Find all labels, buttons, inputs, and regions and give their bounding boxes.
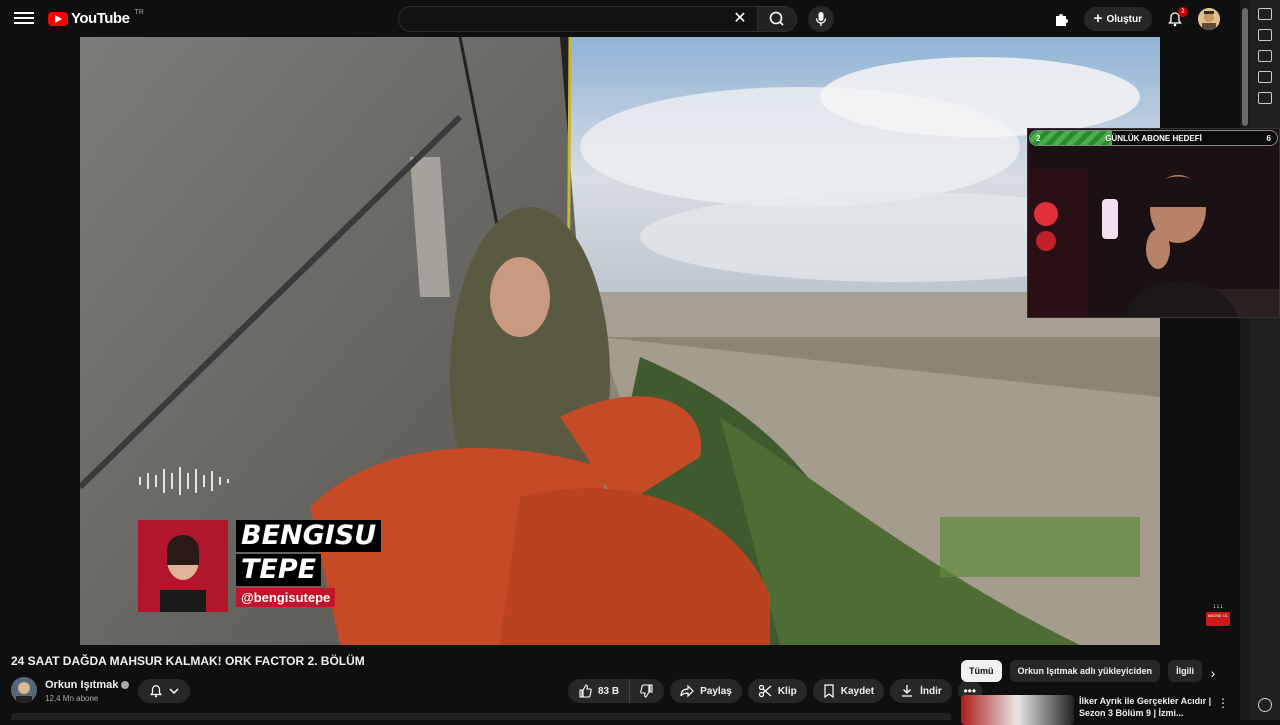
microphone-icon [815, 12, 827, 26]
share-icon [680, 684, 694, 698]
description-box-edge [11, 713, 951, 720]
subscribe-watermark[interactable]: ↓↓↓ ABONE OL [1205, 603, 1231, 629]
puzzle-icon [1055, 14, 1068, 26]
recommended-video-title[interactable]: İlker Ayrık ile Gerçekler Acıdır | Sezon… [1079, 695, 1219, 719]
scrollbar-thumb[interactable] [1242, 8, 1248, 126]
like-dislike-group: 83 B [568, 679, 665, 703]
subscribe-watermark-label: ABONE OL [1206, 612, 1230, 626]
guest-name-first: BENGISU [236, 520, 382, 552]
plus-icon: + [1093, 10, 1103, 27]
side-panel-icon-5[interactable] [1258, 92, 1272, 104]
channel-name-text: Orkun Işıtmak [45, 679, 119, 691]
arrow-down-icons: ↓↓↓ [1212, 603, 1224, 610]
subscriber-goal-bar: 2 GÜNLÜK ABONE HEDEFİ 6 [1029, 130, 1278, 146]
youtube-logo[interactable]: YouTube TR [48, 9, 144, 27]
share-button[interactable]: Paylaş [670, 679, 742, 703]
create-label: Oluştur [1106, 13, 1142, 25]
channel-name[interactable]: Orkun Işıtmak [45, 679, 130, 691]
thumbs-down-icon [640, 684, 653, 698]
bell-icon [149, 685, 163, 698]
search-input[interactable] [399, 7, 719, 31]
download-button[interactable]: İndir [890, 679, 952, 703]
side-panel-icon-3[interactable] [1258, 50, 1272, 62]
download-label: İndir [920, 685, 942, 697]
video-actions: 83 B Paylaş Klip Kaydet İndir ••• [568, 679, 982, 703]
page-scrollbar[interactable] [1240, 0, 1250, 720]
goal-title: GÜNLÜK ABONE HEDEFİ [1105, 133, 1202, 143]
recommended-more-icon[interactable]: ⋮ [1217, 696, 1229, 712]
scissors-icon [758, 684, 772, 698]
browser-side-panel [1250, 0, 1280, 720]
recommended-video-thumbnail[interactable] [961, 695, 1074, 725]
youtube-play-icon [48, 11, 68, 26]
download-icon [902, 685, 913, 697]
subscriber-count: 12,4 Mn abone [45, 694, 99, 703]
video-title: 24 SAAT DAĞDA MAHSUR KALMAK! ORK FACTOR … [11, 654, 365, 668]
side-panel-icon-1[interactable] [1258, 8, 1272, 20]
bookmark-icon [824, 684, 834, 698]
chevron-right-icon[interactable]: › [1204, 664, 1222, 682]
like-button[interactable]: 83 B [568, 679, 631, 703]
guest-name-overlay: BENGISU TEPE @bengisutepe [138, 520, 382, 612]
notifications-button[interactable]: 1 [1162, 6, 1188, 32]
like-count: 83 B [598, 685, 620, 697]
streamer-webcam: 2 GÜNLÜK ABONE HEDEFİ 6 [1027, 128, 1280, 318]
clear-search-icon[interactable]: ✕ [731, 10, 749, 28]
goal-target: 6 [1266, 133, 1271, 143]
account-avatar[interactable] [1198, 8, 1220, 30]
guest-handle: @bengisutepe [236, 588, 336, 607]
guest-photo [138, 520, 228, 612]
chip-all[interactable]: Tümü [961, 660, 1002, 682]
thumbs-up-icon [579, 684, 592, 698]
search-icon [769, 11, 784, 26]
webcam-scene [1028, 129, 1279, 317]
logo-country: TR [134, 9, 144, 16]
chip-from-uploader[interactable]: Orkun Işıtmak adlı yükleyiciden [1009, 660, 1161, 682]
logo-text: YouTube [71, 10, 130, 27]
dislike-button[interactable] [630, 679, 664, 703]
notification-badge: 1 [1178, 7, 1188, 17]
clip-button[interactable]: Klip [747, 679, 807, 703]
clip-label: Klip [777, 685, 797, 697]
verified-icon [121, 681, 130, 690]
save-label: Kaydet [840, 685, 875, 697]
extension-button[interactable] [1048, 6, 1074, 32]
settings-gear-icon[interactable] [1258, 698, 1272, 712]
side-panel-icon-4[interactable] [1258, 71, 1272, 83]
header-actions: + Oluştur 1 [1048, 6, 1220, 32]
voice-search-button[interactable] [808, 6, 834, 32]
recommendation-chips: Tümü Orkun Işıtmak adlı yükleyiciden İlg… [961, 660, 1203, 682]
subscribed-bell-button[interactable] [138, 679, 190, 703]
channel-avatar[interactable] [11, 677, 37, 703]
menu-icon[interactable] [14, 9, 34, 29]
side-panel-icon-2[interactable] [1258, 29, 1272, 41]
create-button[interactable]: + Oluştur [1083, 7, 1152, 31]
avatar-face-icon [1198, 8, 1220, 30]
search-box: ✕ [398, 6, 758, 32]
search-button[interactable] [757, 6, 797, 32]
chip-related[interactable]: İlgili [1168, 660, 1203, 682]
share-label: Paylaş [700, 685, 732, 697]
guest-name-last: TEPE [236, 554, 322, 586]
top-bar: YouTube TR ✕ + Oluştur 1 [0, 0, 1240, 37]
save-button[interactable]: Kaydet [812, 679, 885, 703]
chevron-down-icon [169, 688, 179, 695]
